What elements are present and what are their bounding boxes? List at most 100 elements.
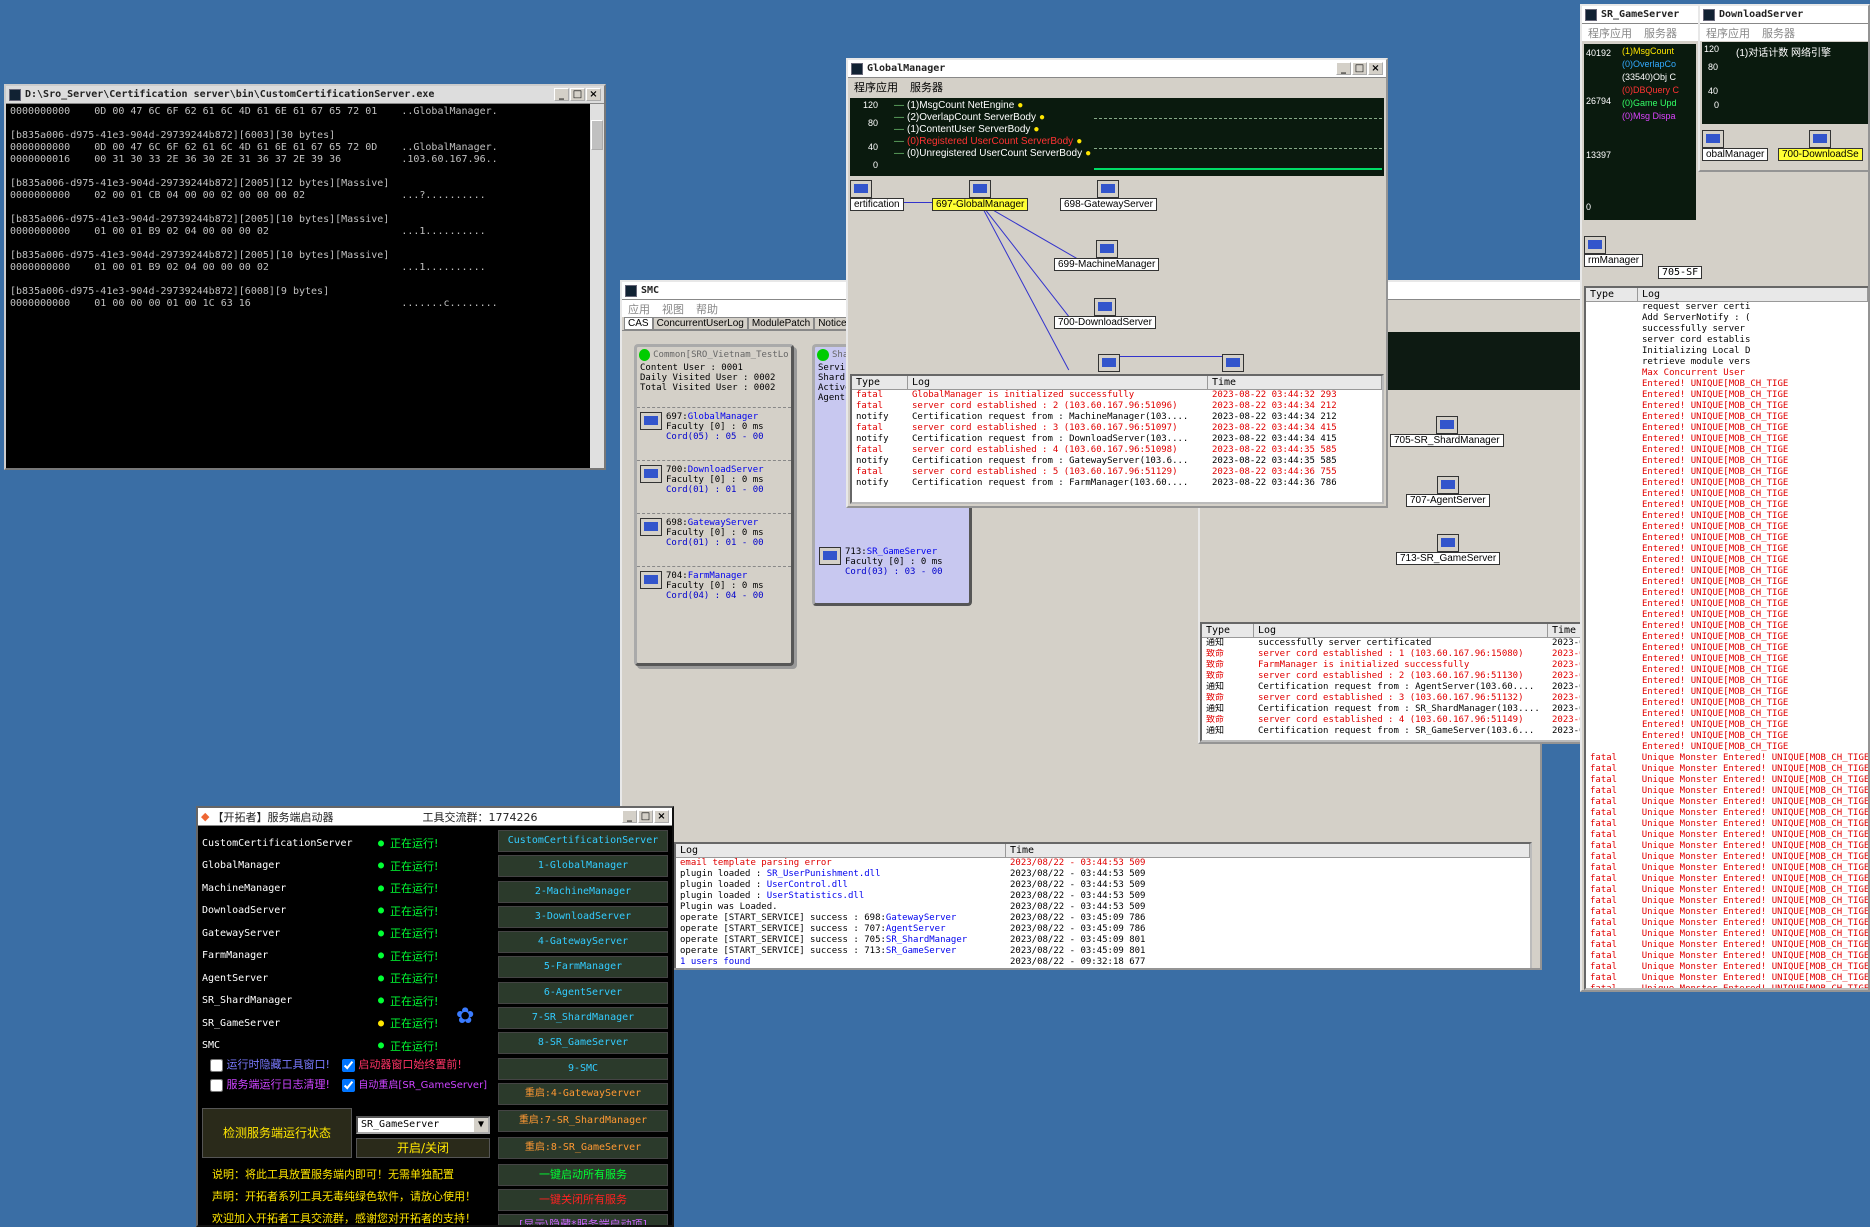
start-service-button[interactable]: 4-GatewayServer	[498, 931, 668, 954]
log-row[interactable]: Entered! UNIQUE[MOB_CH_TIGE	[1586, 566, 1868, 577]
log-row[interactable]: Entered! UNIQUE[MOB_CH_TIGE	[1586, 445, 1868, 456]
close-button[interactable]: ×	[654, 810, 669, 823]
close-button[interactable]: ×	[1368, 62, 1383, 75]
launcher-titlebar[interactable]: ◆ 【开拓者】服务端启动器 工具交流群：1774226 _ □ ×	[198, 808, 672, 826]
gm-node-702[interactable]	[1222, 354, 1244, 372]
log-row[interactable]: fatal server cord established : 4 (103.60…	[852, 445, 1382, 456]
srgame-log-list[interactable]: Type Log request server certi Add ServerNo…	[1584, 286, 1868, 990]
maximize-button[interactable]: □	[1352, 62, 1367, 75]
option-auto-restart[interactable]: 自动重启[SR_GameServer]	[341, 1076, 487, 1092]
menu-server[interactable]: 服务器	[1762, 25, 1795, 41]
log-row[interactable]: retrieve module vers	[1586, 357, 1868, 368]
start-service-button[interactable]: 8-SR_GameServer	[498, 1032, 668, 1055]
log-row[interactable]: Entered! UNIQUE[MOB_CH_TIGE	[1586, 709, 1868, 720]
log-row[interactable]: Entered! UNIQUE[MOB_CH_TIGE	[1586, 390, 1868, 401]
minimize-button[interactable]: _	[1336, 62, 1351, 75]
gm-node-701[interactable]	[1098, 354, 1120, 372]
log-row[interactable]: plugin loaded : SR_UserPunishment.dll 202…	[676, 869, 1530, 880]
restart-service-button[interactable]: 重启:7-SR_ShardManager	[498, 1109, 668, 1132]
stop-all-button[interactable]: 一键关闭所有服务	[498, 1188, 668, 1211]
log-row[interactable]: fatal Unique Monster Entered! UNIQUE[MOB_…	[1586, 841, 1868, 852]
log-row[interactable]: Entered! UNIQUE[MOB_CH_TIGE	[1586, 665, 1868, 676]
log-row[interactable]: Entered! UNIQUE[MOB_CH_TIGE	[1586, 456, 1868, 467]
log-row[interactable]: server cord establis	[1586, 335, 1868, 346]
log-row[interactable]: Entered! UNIQUE[MOB_CH_TIGE	[1586, 434, 1868, 445]
start-service-button[interactable]: 2-MachineManager	[498, 880, 668, 903]
log-row[interactable]: Entered! UNIQUE[MOB_CH_TIGE	[1586, 555, 1868, 566]
log-row[interactable]: fatal Unique Monster Entered! UNIQUE[MOB_…	[1586, 940, 1868, 951]
gm-titlebar[interactable]: GlobalManager _ □ ×	[848, 60, 1386, 78]
tab-cas[interactable]: CAS	[624, 317, 653, 330]
maximize-button[interactable]: □	[638, 810, 653, 823]
gm-log-list[interactable]: Type Log Time fatal GlobalManager is initia…	[850, 374, 1384, 504]
log-col[interactable]: Log	[1254, 624, 1548, 637]
log-row[interactable]: fatal Unique Monster Entered! UNIQUE[MOB_…	[1586, 929, 1868, 940]
option-clean-log[interactable]: 服务端运行日志清理!	[210, 1076, 330, 1092]
menu-app[interactable]: 程序应用	[1706, 25, 1750, 41]
log-row[interactable]: operate [START_SERVICE] success : 698:Ga…	[676, 913, 1530, 924]
log-row[interactable]: fatal Unique Monster Entered! UNIQUE[MOB_…	[1586, 753, 1868, 764]
server-select[interactable]: SR_GameServer ▼	[356, 1116, 490, 1134]
log-row[interactable]: 1 users found 2023/08/22 - 09:32:18 677	[676, 957, 1530, 968]
type-col[interactable]: Type	[1586, 288, 1638, 301]
log-row[interactable]: Entered! UNIQUE[MOB_CH_TIGE	[1586, 698, 1868, 709]
log-row[interactable]: Entered! UNIQUE[MOB_CH_TIGE	[1586, 643, 1868, 654]
check-status-button[interactable]: 检测服务端运行状态	[202, 1108, 352, 1158]
download-node-global[interactable]: obalManager	[1702, 130, 1769, 161]
log-row[interactable]: fatal Unique Monster Entered! UNIQUE[MOB_…	[1586, 907, 1868, 918]
start-service-button[interactable]: CustomCertificationServer	[498, 830, 668, 852]
shard-node-705[interactable]: 705-SR_ShardManager	[1390, 416, 1504, 447]
download-window[interactable]: DownloadServer 程序应用 服务器 120 80 40 0 (1)对话…	[1698, 4, 1870, 172]
log-row[interactable]: notify Certification request from : Downl…	[852, 434, 1382, 445]
server-card[interactable]: 698:GatewayServer Faculty [0] : 0 ms Cord(…	[637, 513, 791, 552]
gm-node-700[interactable]: 700-DownloadServer	[1054, 298, 1156, 329]
log-col[interactable]: Log	[1638, 288, 1868, 301]
gm-node-certification[interactable]: ertification	[850, 180, 904, 211]
log-row[interactable]: Entered! UNIQUE[MOB_CH_TIGE	[1586, 489, 1868, 500]
server-card[interactable]: 697:GlobalManager Faculty [0] : 0 ms Cord(…	[637, 407, 791, 446]
log-row[interactable]: fatal Unique Monster Entered! UNIQUE[MOB_…	[1586, 808, 1868, 819]
menu-app[interactable]: 应用	[628, 301, 650, 317]
log-row[interactable]: fatal Unique Monster Entered! UNIQUE[MOB_…	[1586, 830, 1868, 841]
download-titlebar[interactable]: DownloadServer	[1700, 6, 1868, 24]
log-row[interactable]: Max Concurrent User	[1586, 368, 1868, 379]
log-row[interactable]: Entered! UNIQUE[MOB_CH_TIGE	[1586, 588, 1868, 599]
log-row[interactable]: fatal Unique Monster Entered! UNIQUE[MOB_…	[1586, 984, 1868, 988]
log-row[interactable]: plugin loaded : UserControl.dll 2023/08/2…	[676, 880, 1530, 891]
menu-server[interactable]: 服务器	[1644, 25, 1677, 41]
log-row[interactable]: plugin loaded : UserStatistics.dll 2023/0…	[676, 891, 1530, 902]
show-hide-button[interactable]: [显示\隐藏*服务端启动项]	[498, 1213, 668, 1225]
log-row[interactable]: operate [START_SERVICE] success : 705:SR…	[676, 935, 1530, 946]
log-row[interactable]: Plugin was Loaded. 2023/08/22 - 03:44:53 …	[676, 902, 1530, 913]
menu-app[interactable]: 程序应用	[854, 79, 898, 95]
log-row[interactable]: Entered! UNIQUE[MOB_CH_TIGE	[1586, 720, 1868, 731]
log-row[interactable]: fatal Unique Monster Entered! UNIQUE[MOB_…	[1586, 764, 1868, 775]
start-service-button[interactable]: 3-DownloadServer	[498, 905, 668, 928]
start-all-button[interactable]: 一键启动所有服务	[498, 1163, 668, 1186]
download-node-700[interactable]: 700-DownloadSe	[1778, 130, 1863, 161]
log-row[interactable]: fatal server cord established : 3 (103.60…	[852, 423, 1382, 434]
start-service-button[interactable]: 9-SMC	[498, 1057, 668, 1080]
type-col[interactable]: Type	[852, 376, 908, 389]
option-always-top[interactable]: 启动器窗口始终置前!	[341, 1056, 462, 1072]
start-service-button[interactable]: 1-GlobalManager	[498, 855, 668, 878]
minimize-button[interactable]: _	[622, 810, 637, 823]
log-row[interactable]: fatal Unique Monster Entered! UNIQUE[MOB_…	[1586, 951, 1868, 962]
log-row[interactable]: fatal Unique Monster Entered! UNIQUE[MOB_…	[1586, 962, 1868, 973]
restart-service-button[interactable]: 重启:8-SR_GameServer	[498, 1136, 668, 1159]
log-row[interactable]: Entered! UNIQUE[MOB_CH_TIGE	[1586, 632, 1868, 643]
restart-service-button[interactable]: 重启:4-GatewayServer	[498, 1082, 668, 1105]
log-row[interactable]: Entered! UNIQUE[MOB_CH_TIGE	[1586, 522, 1868, 533]
log-col[interactable]: Log	[908, 376, 1208, 389]
log-row[interactable]: notify Certification request from : FarmM…	[852, 478, 1382, 489]
tab-concurrent-user-log[interactable]: ConcurrentUserLog	[652, 317, 748, 330]
log-row[interactable]: fatal Unique Monster Entered! UNIQUE[MOB_…	[1586, 819, 1868, 830]
log-row[interactable]: Entered! UNIQUE[MOB_CH_TIGE	[1586, 478, 1868, 489]
time-col[interactable]: Time	[1006, 844, 1530, 857]
minimize-button[interactable]: _	[554, 88, 569, 101]
gm-node-698[interactable]: 698-GatewayServer	[1060, 180, 1157, 211]
log-row[interactable]: Entered! UNIQUE[MOB_CH_TIGE	[1586, 676, 1868, 687]
log-row[interactable]: Entered! UNIQUE[MOB_CH_TIGE	[1586, 500, 1868, 511]
menu-view[interactable]: 视图	[662, 301, 684, 317]
launcher-window[interactable]: ◆ 【开拓者】服务端启动器 工具交流群：1774226 _ □ × CustomCe…	[196, 806, 674, 1227]
